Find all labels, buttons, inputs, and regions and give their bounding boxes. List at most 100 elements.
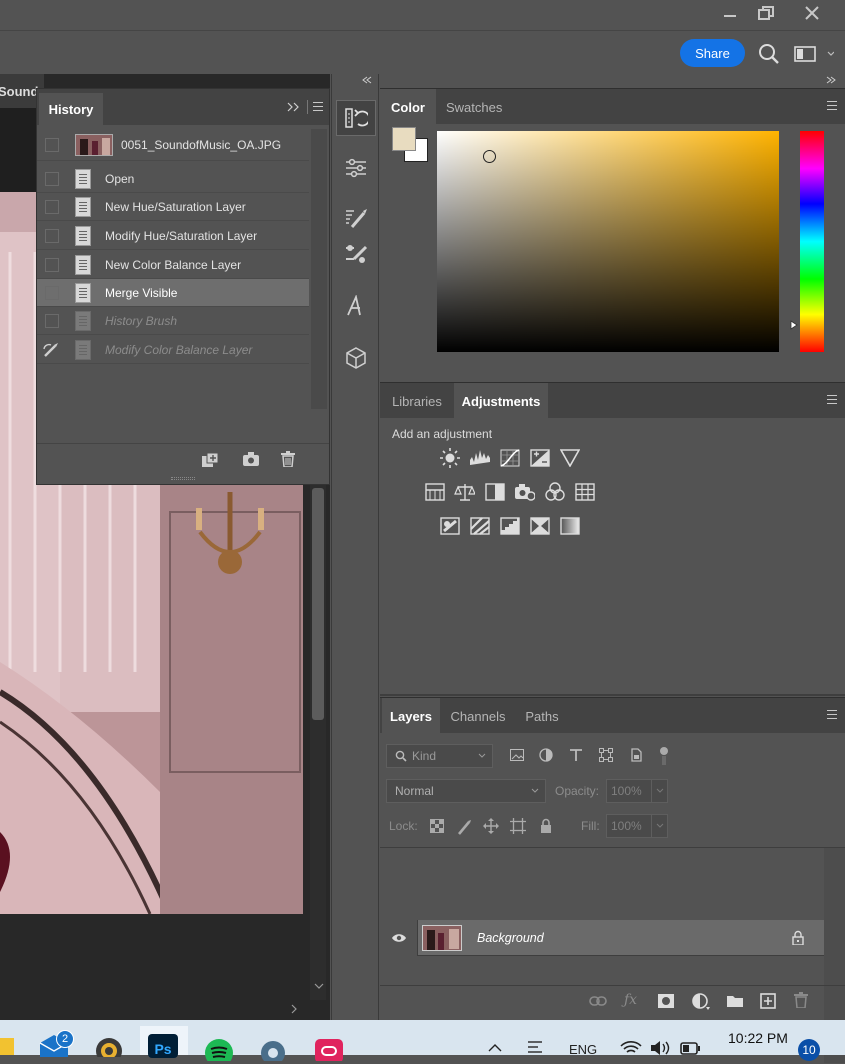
tab-adjustments[interactable]: Adjustments	[454, 383, 548, 419]
exposure-icon[interactable]	[529, 447, 550, 468]
new-layer-icon[interactable]	[760, 993, 776, 1009]
tab-channels[interactable]: Channels	[440, 698, 516, 734]
expand-dock-icon[interactable]	[826, 76, 836, 84]
history-panel-icon[interactable]	[336, 100, 376, 136]
clock-time[interactable]: 10:22 PM	[728, 1030, 788, 1046]
app-icon[interactable]	[94, 1028, 124, 1058]
brightness-contrast-icon[interactable]	[439, 447, 460, 468]
trash-icon[interactable]	[281, 451, 295, 467]
panel-menu-icon[interactable]	[827, 101, 837, 110]
color-balance-icon[interactable]	[454, 481, 475, 502]
lock-transparent-icon[interactable]	[430, 819, 444, 833]
creative-cloud-icon[interactable]	[314, 1034, 344, 1064]
file-explorer-icon[interactable]	[0, 1038, 14, 1055]
add-mask-icon[interactable]	[658, 994, 674, 1008]
opacity-field[interactable]: 100%	[606, 779, 668, 803]
3d-panel-icon[interactable]	[336, 340, 376, 376]
share-button[interactable]: Share	[680, 39, 745, 67]
search-icon[interactable]	[758, 43, 780, 65]
lock-pixels-icon[interactable]	[457, 819, 473, 835]
black-white-icon[interactable]	[484, 481, 505, 502]
pen-menu-icon[interactable]	[526, 1040, 546, 1055]
scroll-right-icon[interactable]	[290, 1004, 298, 1014]
canvas-scroll-thumb[interactable]	[312, 488, 324, 720]
channel-mixer-icon[interactable]	[544, 481, 565, 502]
volume-icon[interactable]	[650, 1040, 670, 1055]
panel-menu-icon[interactable]	[827, 710, 837, 719]
photoshop-icon[interactable]: Ps	[148, 1034, 178, 1058]
tab-paths[interactable]: Paths	[516, 698, 568, 734]
shape-filter-icon[interactable]	[599, 748, 613, 762]
curves-icon[interactable]	[499, 447, 520, 468]
character-panel-icon[interactable]	[336, 288, 376, 324]
brush-settings-icon[interactable]	[336, 200, 376, 236]
notification-badge[interactable]: 10	[798, 1039, 820, 1061]
layer-filter-select[interactable]: Kind	[386, 744, 493, 768]
layer-name[interactable]: Background	[477, 931, 544, 945]
color-lookup-icon[interactable]	[574, 481, 595, 502]
filter-toggle[interactable]	[659, 746, 669, 766]
chevron-down-icon[interactable]	[651, 815, 667, 837]
hue-saturation-icon[interactable]	[424, 481, 445, 502]
history-source-checkbox[interactable]	[45, 171, 59, 186]
foreground-color-swatch[interactable]	[392, 127, 416, 151]
posterize-icon[interactable]	[469, 515, 490, 536]
link-layers-icon[interactable]	[589, 996, 607, 1006]
wifi-icon[interactable]	[620, 1040, 642, 1055]
invert-icon[interactable]	[439, 515, 460, 536]
smart-object-filter-icon[interactable]	[629, 748, 643, 762]
spotify-icon[interactable]	[204, 1034, 234, 1064]
history-scrollbar[interactable]	[311, 129, 327, 409]
vibrance-icon[interactable]	[559, 447, 580, 468]
hue-slider-handle[interactable]	[790, 320, 798, 330]
history-state[interactable]: New Color Balance Layer	[37, 251, 309, 279]
history-source-checkbox[interactable]	[45, 199, 59, 214]
lock-all-icon[interactable]	[540, 818, 552, 833]
workspace-icon[interactable]	[794, 45, 834, 63]
gradient-map-icon[interactable]	[559, 515, 580, 536]
tab-swatches[interactable]: Swatches	[436, 89, 512, 125]
history-state-selected[interactable]: Merge Visible	[37, 279, 309, 307]
history-source-checkbox[interactable]	[45, 313, 59, 328]
restore-icon[interactable]	[746, 0, 786, 26]
hue-slider[interactable]	[800, 131, 824, 352]
history-source-checkbox[interactable]	[45, 285, 59, 300]
history-source-checkbox[interactable]	[45, 257, 59, 272]
adjustment-filter-icon[interactable]	[539, 748, 553, 762]
tab-color[interactable]: Color	[380, 89, 436, 125]
scroll-down-icon[interactable]	[314, 982, 324, 990]
history-state[interactable]: Modify Hue/Saturation Layer	[37, 222, 309, 250]
lock-position-icon[interactable]	[483, 818, 499, 834]
new-group-icon[interactable]	[726, 994, 744, 1008]
tab-history[interactable]: History	[39, 93, 103, 125]
history-brush-source-icon[interactable]	[43, 342, 61, 358]
collapse-strip-icon[interactable]	[362, 76, 372, 84]
color-field[interactable]	[437, 131, 779, 352]
tab-layers[interactable]: Layers	[382, 698, 440, 734]
chevron-down-icon[interactable]	[651, 780, 667, 802]
selective-color-icon[interactable]	[529, 515, 550, 536]
close-icon[interactable]	[792, 0, 832, 26]
resize-handle[interactable]	[171, 477, 195, 480]
type-filter-icon[interactable]	[569, 748, 583, 762]
delete-layer-icon[interactable]	[794, 992, 808, 1008]
tab-libraries[interactable]: Libraries	[380, 383, 454, 419]
history-state[interactable]: Open	[37, 165, 309, 193]
fx-icon[interactable]: ƒx	[624, 992, 637, 1008]
adjustments-panel-icon[interactable]	[336, 150, 376, 186]
history-state[interactable]: New Hue/Saturation Layer	[37, 193, 309, 221]
panel-menu-icon[interactable]	[827, 395, 837, 404]
lock-artboard-icon[interactable]	[510, 818, 526, 834]
eye-icon[interactable]	[380, 919, 418, 956]
levels-icon[interactable]	[469, 447, 490, 468]
history-state[interactable]: History Brush	[37, 307, 309, 335]
new-fill-adjustment-icon[interactable]	[692, 993, 710, 1011]
chevron-up-icon[interactable]	[488, 1044, 502, 1052]
threshold-icon[interactable]	[499, 515, 520, 536]
history-source-checkbox[interactable]	[45, 228, 59, 243]
battery-icon[interactable]	[680, 1041, 702, 1055]
history-state[interactable]: Modify Color Balance Layer	[37, 336, 309, 364]
color-picker-marker[interactable]	[483, 150, 496, 163]
history-source-checkbox[interactable]	[45, 137, 59, 152]
pixel-filter-icon[interactable]	[510, 749, 524, 761]
